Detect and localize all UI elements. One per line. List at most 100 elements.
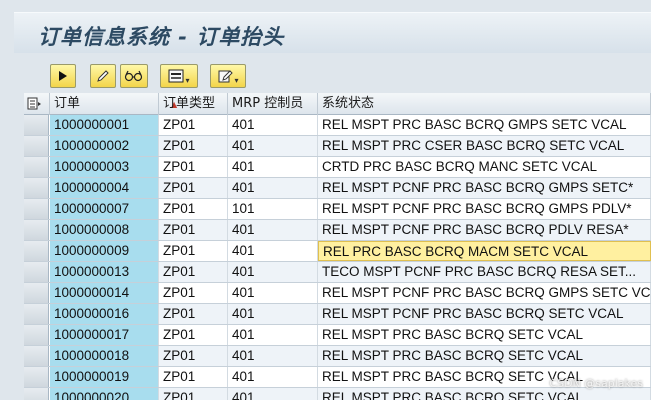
order-number-cell[interactable]: 1000000016 [50, 304, 159, 324]
layout-button[interactable]: ▾ [160, 64, 198, 88]
order-type-cell[interactable]: ZP01 [159, 367, 228, 387]
page-title: 订单信息系统 - 订单抬头 [38, 25, 285, 49]
order-type-cell[interactable]: ZP01 [159, 241, 228, 261]
order-number-cell[interactable]: 1000000003 [50, 157, 159, 177]
chevron-down-icon: ▾ [234, 75, 239, 85]
table-body: 1000000001 ZP01 401 REL MSPT PRC BASC BC… [24, 115, 651, 400]
change-layout-button[interactable]: ▾ [210, 64, 246, 88]
title-bar: 订单信息系统 - 订单抬头 [14, 12, 651, 53]
order-type-cell[interactable]: ZP01 [159, 346, 228, 366]
mrp-controller-cell[interactable]: 101 [228, 199, 318, 219]
row-selector[interactable] [24, 283, 49, 303]
table-row[interactable]: 1000000007 ZP01 101 REL MSPT PCNF PRC BA… [24, 199, 651, 220]
row-selector[interactable] [24, 367, 49, 387]
mrp-controller-cell[interactable]: 401 [228, 157, 318, 177]
order-number-cell[interactable]: 1000000020 [50, 388, 159, 400]
table-row[interactable]: 1000000002 ZP01 401 REL MSPT PRC CSER BA… [24, 136, 651, 157]
order-number-cell[interactable]: 1000000014 [50, 283, 159, 303]
order-number-cell[interactable]: 1000000017 [50, 325, 159, 345]
system-status-cell-selected[interactable]: REL PRC BASC BCRQ MACM SETC VCAL [318, 241, 651, 261]
row-selector[interactable] [24, 304, 49, 324]
row-selector[interactable] [24, 178, 49, 198]
order-type-cell[interactable]: ZP01 [159, 388, 228, 400]
table-row[interactable]: 1000000013 ZP01 401 TECO MSPT PCNF PRC B… [24, 262, 651, 283]
order-number-cell[interactable]: 1000000007 [50, 199, 159, 219]
mrp-controller-cell[interactable]: 401 [228, 367, 318, 387]
system-status-cell[interactable]: REL MSPT PRC CSER BASC BCRQ SETC VCAL [318, 136, 651, 156]
order-number-cell[interactable]: 1000000008 [50, 220, 159, 240]
order-type-cell[interactable]: ZP01 [159, 304, 228, 324]
order-number-cell[interactable]: 1000000009 [50, 241, 159, 261]
order-number-cell[interactable]: 1000000018 [50, 346, 159, 366]
system-status-cell[interactable]: REL MSPT PCNF PRC BASC BCRQ PDLV RESA* [318, 220, 651, 240]
table-row[interactable]: 1000000016 ZP01 401 REL MSPT PCNF PRC BA… [24, 304, 651, 325]
mrp-controller-cell[interactable]: 401 [228, 262, 318, 282]
mrp-controller-cell[interactable]: 401 [228, 241, 318, 261]
system-status-cell[interactable]: REL MSPT PRC BASC BCRQ SETC VCAL [318, 325, 651, 345]
row-selector[interactable] [24, 136, 49, 156]
layout-icon [168, 69, 184, 83]
order-number-cell[interactable]: 1000000001 [50, 115, 159, 135]
glasses-icon [124, 69, 144, 83]
execute-button[interactable] [50, 64, 76, 88]
column-header-status[interactable]: 系统状态 [318, 93, 651, 115]
system-status-cell[interactable]: CRTD PRC BASC BCRQ MANC SETC VCAL [318, 157, 651, 177]
table-row[interactable]: 1000000009 ZP01 401 REL PRC BASC BCRQ MA… [24, 241, 651, 262]
mrp-controller-cell[interactable]: 401 [228, 388, 318, 400]
mrp-controller-cell[interactable]: 401 [228, 136, 318, 156]
row-selector[interactable] [24, 262, 49, 282]
table-row[interactable]: 1000000001 ZP01 401 REL MSPT PRC BASC BC… [24, 115, 651, 136]
mrp-controller-cell[interactable]: 401 [228, 115, 318, 135]
system-status-cell[interactable]: REL MSPT PCNF PRC BASC BCRQ SETC VCAL [318, 304, 651, 324]
system-status-cell[interactable]: REL MSPT PCNF PRC BASC BCRQ GMPS PDLV* [318, 199, 651, 219]
order-number-cell[interactable]: 1000000004 [50, 178, 159, 198]
table-row[interactable]: 1000000008 ZP01 401 REL MSPT PCNF PRC BA… [24, 220, 651, 241]
table-row[interactable]: 1000000004 ZP01 401 REL MSPT PCNF PRC BA… [24, 178, 651, 199]
system-status-cell[interactable]: REL MSPT PCNF PRC BASC BCRQ GMPS SETC* [318, 178, 651, 198]
edit-button[interactable] [90, 64, 116, 88]
watermark: CSDN @saplakes [549, 377, 643, 390]
system-status-cell[interactable]: TECO MSPT PCNF PRC BASC BCRQ RESA SET... [318, 262, 651, 282]
order-number-cell[interactable]: 1000000013 [50, 262, 159, 282]
mrp-controller-cell[interactable]: 401 [228, 283, 318, 303]
system-status-cell[interactable]: REL MSPT PRC BASC BCRQ GMPS SETC VCAL [318, 115, 651, 135]
row-selector[interactable] [24, 241, 49, 261]
row-selector[interactable] [24, 115, 49, 135]
column-header-type[interactable]: 订单类型 [159, 93, 228, 115]
system-status-cell[interactable]: REL MSPT PRC BASC BCRQ SETC VCAL [318, 346, 651, 366]
order-type-cell[interactable]: ZP01 [159, 283, 228, 303]
table-row[interactable]: 1000000017 ZP01 401 REL MSPT PRC BASC BC… [24, 325, 651, 346]
mrp-controller-cell[interactable]: 401 [228, 178, 318, 198]
table-row[interactable]: 1000000003 ZP01 401 CRTD PRC BASC BCRQ M… [24, 157, 651, 178]
display-button[interactable] [120, 64, 148, 88]
application-toolbar: ▾ ▾ [14, 56, 651, 90]
select-all-cell[interactable] [24, 93, 50, 115]
row-selector[interactable] [24, 325, 49, 345]
order-type-cell[interactable]: ZP01 [159, 136, 228, 156]
row-selector[interactable] [24, 199, 49, 219]
order-type-cell[interactable]: ZP01 [159, 199, 228, 219]
row-selector[interactable] [24, 157, 49, 177]
table-row[interactable]: 1000000014 ZP01 401 REL MSPT PCNF PRC BA… [24, 283, 651, 304]
system-status-cell[interactable]: REL MSPT PCNF PRC BASC BCRQ GMPS SETC VC… [318, 283, 651, 303]
order-number-cell[interactable]: 1000000002 [50, 136, 159, 156]
mrp-controller-cell[interactable]: 401 [228, 325, 318, 345]
pencil-icon [95, 68, 111, 84]
row-selector[interactable] [24, 346, 49, 366]
row-selector[interactable] [24, 220, 49, 240]
order-type-cell[interactable]: ZP01 [159, 157, 228, 177]
mrp-controller-cell[interactable]: 401 [228, 220, 318, 240]
column-header-order[interactable]: 订单 ▲ [50, 93, 177, 115]
table-row[interactable]: 1000000018 ZP01 401 REL MSPT PRC BASC BC… [24, 346, 651, 367]
order-type-cell[interactable]: ZP01 [159, 325, 228, 345]
mrp-controller-cell[interactable]: 401 [228, 346, 318, 366]
table-header: 订单 ▲ 订单类型 MRP 控制员 系统状态 [24, 93, 651, 115]
order-type-cell[interactable]: ZP01 [159, 115, 228, 135]
order-number-cell[interactable]: 1000000019 [50, 367, 159, 387]
column-header-mrp[interactable]: MRP 控制员 [228, 93, 318, 115]
order-type-cell[interactable]: ZP01 [159, 262, 228, 282]
row-selector[interactable] [24, 388, 49, 400]
order-type-cell[interactable]: ZP01 [159, 220, 228, 240]
order-type-cell[interactable]: ZP01 [159, 178, 228, 198]
mrp-controller-cell[interactable]: 401 [228, 304, 318, 324]
